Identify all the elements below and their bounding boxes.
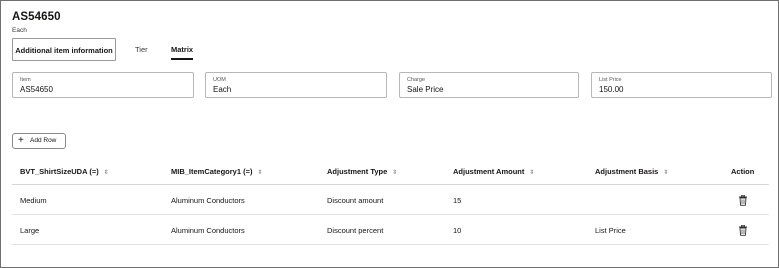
column-header-label: Adjustment Amount [453,167,525,176]
column-header-label: BVT_ShirtSizeUDA (=) [20,167,99,176]
window-frame: AS54650 Each Additional item information… [0,0,779,268]
active-tab-indicator [171,58,194,60]
column-header-label: Adjustment Type [327,167,388,176]
column-header-adjustment-amount[interactable]: Adjustment Amount ⇳ [453,158,534,185]
charge-field[interactable]: Charge [399,72,579,98]
sort-icon[interactable]: ⇳ [663,160,668,187]
column-header-action: Action [731,167,755,176]
uom-field-label: UOM [213,77,226,83]
column-header-label: MIB_ItemCategory1 (=) [171,167,253,176]
sort-icon[interactable]: ⇳ [392,160,397,187]
tab-additional-item-information[interactable]: Additional item information [12,38,116,61]
charge-field-label: Charge [407,77,426,83]
list-price-field-label: List Price [599,77,622,83]
add-row-label: Add Row [30,137,57,144]
column-header-adjustment-basis[interactable]: Adjustment Basis ⇳ [595,158,668,185]
table-header: BVT_ShirtSizeUDA (=) ⇳ MIB_ItemCategory1 … [12,158,769,185]
cell-adjustment-type: Discount percent [327,226,384,235]
cell-shirt-size: Large [20,226,40,235]
cell-adjustment-basis: List Price [595,226,626,235]
tab-tier[interactable]: Tier [135,38,148,61]
charge-input[interactable] [407,85,573,94]
column-header-shirt-size[interactable]: BVT_ShirtSizeUDA (=) ⇳ [20,158,109,185]
tab-matrix[interactable]: Matrix [171,38,194,61]
column-header-item-category[interactable]: MIB_ItemCategory1 (=) ⇳ [171,158,263,185]
cell-adjustment-type: Discount amount [327,196,384,205]
column-header-adjustment-type[interactable]: Adjustment Type ⇳ [327,158,397,185]
column-header-label: Adjustment Basis [595,167,659,176]
trash-icon[interactable] [738,225,748,236]
list-price-field[interactable]: List Price [591,72,772,98]
list-price-input[interactable] [599,85,766,94]
sort-icon[interactable]: ⇳ [257,160,262,187]
cell-item-category: Aluminum Conductors [171,196,245,205]
table-row: Large Aluminum Conductors Discount perce… [12,216,769,245]
tab-matrix-label: Matrix [171,45,194,54]
cell-shirt-size: Medium [20,196,47,205]
sort-icon[interactable]: ⇳ [104,160,109,187]
cell-adjustment-amount: 10 [453,226,462,235]
page-subtitle: Each [12,27,27,34]
cell-item-category: Aluminum Conductors [171,226,245,235]
item-field[interactable]: Item [12,72,194,98]
page-title: AS54650 [12,11,61,23]
uom-input[interactable] [213,85,381,94]
uom-field[interactable]: UOM [205,72,387,98]
trash-icon[interactable] [738,195,748,206]
sort-icon[interactable]: ⇳ [529,160,534,187]
item-field-label: Item [20,77,31,83]
add-row-button[interactable]: + Add Row [12,133,66,149]
cell-adjustment-amount: 15 [453,196,462,205]
plus-icon: + [18,135,24,146]
table-row: Medium Aluminum Conductors Discount amou… [12,186,769,215]
item-input[interactable] [20,85,188,94]
